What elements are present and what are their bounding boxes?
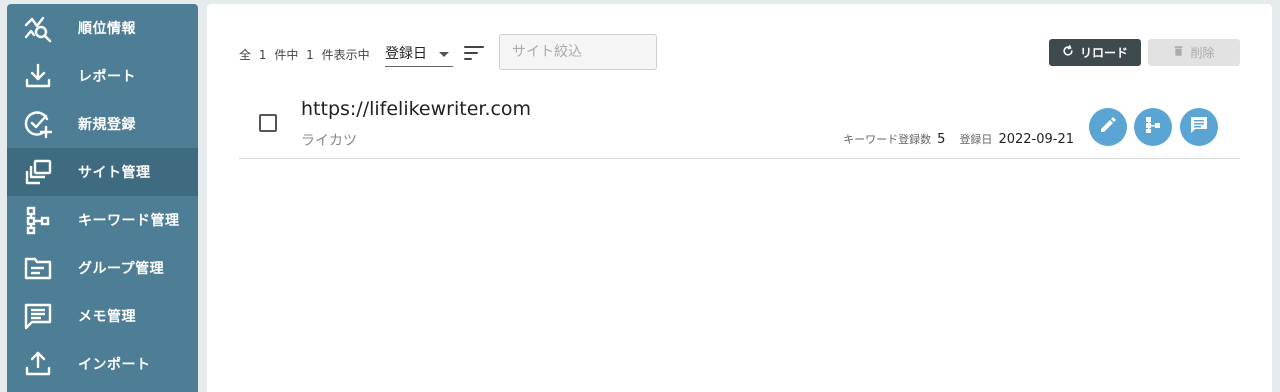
sidebar-item-new-registration[interactable]: 新規登録 [7,100,198,148]
sidebar-item-label: インポート [78,357,151,373]
sort-value: 登録日 [385,46,427,62]
row-checkbox[interactable] [259,114,277,132]
site-name: ライカツ [301,133,357,149]
sort-order-icon[interactable] [463,42,485,64]
shown-count: 1 [306,48,314,62]
registration-date: 2022-09-21 [998,132,1074,147]
memo-icon [22,300,54,332]
shown-suffix: 件表示中 [321,48,370,62]
main-panel: 全 1 件中 1 件表示中 登録日 リロード [207,4,1272,392]
pencil-icon [1098,115,1118,139]
site-row: https://lifelikewriter.com ライカツ キーワード登録数… [239,88,1240,159]
memo-button[interactable] [1180,108,1218,146]
reload-label: リロード [1079,46,1128,60]
sidebar-item-label: グループ管理 [78,261,165,277]
sidebar-item-memo-management[interactable]: メモ管理 [7,292,198,340]
delete-label: 削除 [1190,46,1215,60]
upload-icon [22,348,54,380]
date-label: 登録日 [959,133,993,146]
download-icon [22,60,54,92]
sites-icon [22,156,54,188]
result-count: 全 1 件中 1 件表示中 [239,46,370,63]
total-prefix: 全 [239,48,252,62]
sort-select[interactable]: 登録日 [385,40,453,67]
total-suffix: 件中 [274,48,299,62]
edit-button[interactable] [1089,108,1127,146]
toolbar: 全 1 件中 1 件表示中 登録日 リロード [239,34,1240,74]
folder-icon [22,252,54,284]
sidebar-item-label: サイト管理 [78,165,151,181]
keyword-count: 5 [937,132,946,147]
tree-icon [22,204,54,236]
sidebar-item-keyword-management[interactable]: キーワード管理 [7,196,198,244]
total-count: 1 [258,48,267,62]
sidebar: 順位情報 レポート 新規登録 サイト管理 キーワード管理 グループ管理 メモ管理… [7,4,198,392]
trash-icon [1173,45,1184,60]
reload-button[interactable]: リロード [1049,39,1141,66]
sidebar-item-import[interactable]: インポート [7,340,198,388]
reload-icon [1062,45,1074,60]
site-url[interactable]: https://lifelikewriter.com [301,98,531,120]
site-filter-input[interactable] [499,34,657,70]
sidebar-item-group-management[interactable]: グループ管理 [7,244,198,292]
sidebar-item-label: 順位情報 [78,21,136,37]
check-add-icon [22,108,54,140]
sidebar-item-report[interactable]: レポート [7,52,198,100]
rank-chart-icon [22,12,54,44]
delete-button[interactable]: 削除 [1148,39,1240,66]
sidebar-item-label: メモ管理 [78,309,136,325]
comment-icon [1189,115,1209,139]
sidebar-item-label: 新規登録 [78,117,136,133]
sidebar-item-label: キーワード管理 [78,213,180,229]
sidebar-item-label: レポート [78,69,136,85]
keywords-button[interactable] [1134,108,1172,146]
caret-down-icon [439,52,449,57]
tree-icon [1143,115,1163,139]
sidebar-item-rank[interactable]: 順位情報 [7,4,198,52]
keyword-count-label: キーワード登録数 [843,133,932,146]
site-meta: キーワード登録数 5 登録日 2022-09-21 [843,131,1074,147]
sidebar-item-site-management[interactable]: サイト管理 [7,148,198,196]
